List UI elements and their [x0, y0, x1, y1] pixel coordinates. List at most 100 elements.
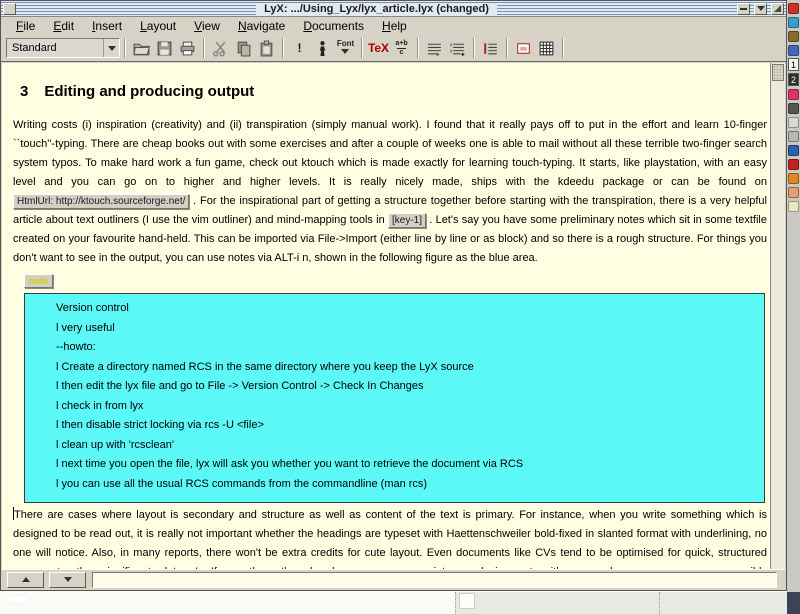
folder-open-icon [133, 40, 150, 57]
emphasis-button[interactable]: ! [288, 37, 311, 60]
red2-app-icon[interactable] [788, 159, 799, 170]
minimize-button[interactable] [737, 3, 750, 15]
minibuffer-input[interactable] [92, 572, 777, 588]
indigo-app-icon[interactable] [788, 45, 799, 56]
tex-mode-button[interactable]: TeX [367, 37, 390, 60]
noun-button[interactable] [311, 37, 334, 60]
itemize-list-icon [426, 40, 443, 57]
menu-edit[interactable]: Edit [44, 19, 83, 33]
panel-icons-bottom [787, 89, 800, 212]
scissors-icon [212, 40, 229, 57]
window-menu-button[interactable] [3, 3, 16, 15]
paragraph-2: There are cases where layout is secondar… [13, 506, 767, 569]
cut-button[interactable] [209, 37, 232, 60]
paragraph-text: There are cases where layout is secondar… [13, 509, 767, 569]
window-title: LyX: .../Using_Lyx/lyx_article.lyx (chan… [256, 3, 497, 15]
toolbar-separator [282, 38, 284, 58]
insert-table-button[interactable] [535, 37, 558, 60]
pager-desktop-1[interactable]: 1 [788, 58, 799, 71]
section-number: 3 [20, 83, 28, 100]
printer-icon [179, 40, 196, 57]
section-heading: 3Editing and producing output [20, 83, 767, 100]
floppy-icon [156, 40, 173, 57]
titlebar-stripes-right [497, 1, 735, 17]
red-app-icon[interactable] [788, 3, 799, 14]
save-button[interactable] [153, 37, 176, 60]
toolbar-separator [562, 38, 564, 58]
titlebar[interactable]: LyX: .../Using_Lyx/lyx_article.lyx (chan… [1, 1, 786, 17]
user-app-icon[interactable] [788, 187, 799, 198]
print-button[interactable] [176, 37, 199, 60]
clock-app-icon[interactable] [788, 173, 799, 184]
toolbar-separator [203, 38, 205, 58]
menu-navigate[interactable]: Navigate [229, 19, 294, 33]
document-area[interactable]: 3Editing and producing output Writing co… [2, 63, 770, 569]
paste-button[interactable] [255, 37, 278, 60]
resize-corner-icon [774, 5, 781, 12]
clipboard-paste-icon [258, 40, 275, 57]
menu-insert[interactable]: Insert [83, 19, 131, 33]
copy-icon [235, 40, 252, 57]
scrollbar-thumb[interactable] [772, 64, 784, 81]
toolbar: Standard [1, 35, 786, 62]
itemize-button[interactable] [423, 37, 446, 60]
combo-arrow-button[interactable] [103, 39, 119, 57]
history-down-button[interactable] [49, 572, 86, 588]
background-window-button [459, 593, 475, 609]
exclamation-icon: ! [298, 42, 302, 54]
desktop-panel: 1 2 [787, 0, 800, 614]
enumerate-button[interactable] [446, 37, 469, 60]
background-widget [8, 596, 30, 603]
note-inset-button[interactable]: note [24, 274, 53, 288]
shade-button[interactable] [754, 3, 767, 15]
url-inset-button[interactable]: HtmlUrl: http://ktouch.sourceforge.net/ [13, 194, 189, 209]
note-line: l Create a directory named RCS in the sa… [56, 358, 758, 378]
toolbar-separator [506, 38, 508, 58]
indent-depth-icon [482, 40, 499, 57]
menu-layout[interactable]: Layout [131, 19, 185, 33]
note-line: l clean up with 'rcsclean' [56, 436, 758, 456]
key-inset-button[interactable]: [key-1] [388, 213, 426, 228]
history-up-button[interactable] [7, 572, 44, 588]
chevron-down-icon [757, 6, 765, 11]
heart-app-icon[interactable] [788, 89, 799, 100]
dark-app-icon[interactable] [788, 103, 799, 114]
panel-icons-top [787, 3, 800, 56]
terminal-app-icon[interactable] [788, 117, 799, 128]
note-line: l then disable strict locking via rcs -U… [56, 416, 758, 436]
toolbar-separator [417, 38, 419, 58]
menu-file[interactable]: File [7, 19, 44, 33]
pager-desktop-2[interactable]: 2 [788, 73, 799, 86]
copy-button[interactable] [232, 37, 255, 60]
depth-button[interactable] [479, 37, 502, 60]
blueletter-app-icon[interactable] [788, 145, 799, 156]
pale-app-icon[interactable] [788, 201, 799, 212]
note-line: l then edit the lyx file and go to File … [56, 377, 758, 397]
open-file-button[interactable] [130, 37, 153, 60]
note-line: l you can use all the usual RCS commands… [56, 475, 758, 495]
note-line: l very useful [56, 319, 758, 339]
tex-icon: TeX [368, 41, 389, 55]
font-dialog-button[interactable]: Font [334, 37, 357, 60]
brown-app-icon[interactable] [788, 31, 799, 42]
maximize-button[interactable] [771, 3, 784, 15]
paragraph-style-value: Standard [7, 42, 103, 54]
minibuffer-bar [2, 569, 785, 589]
enumerate-list-icon [449, 40, 466, 57]
menu-documents[interactable]: Documents [294, 19, 373, 33]
insert-figure-button[interactable] [512, 37, 535, 60]
toolbar-separator [473, 38, 475, 58]
menu-help[interactable]: Help [373, 19, 416, 33]
gray-app-icon[interactable] [788, 131, 799, 142]
titlebar-stripes-left [18, 1, 256, 17]
note-line: Version control [56, 299, 758, 319]
math-mode-button[interactable]: a+bc [390, 37, 413, 60]
menu-view[interactable]: View [185, 19, 229, 33]
vertical-scrollbar[interactable] [770, 63, 785, 569]
panel-dark-block [787, 592, 800, 614]
blue-app-icon[interactable] [788, 17, 799, 28]
paragraph-style-select[interactable]: Standard [6, 38, 120, 58]
triangle-up-icon [22, 577, 30, 582]
note-box[interactable]: Version control l very useful --howto: l… [24, 293, 765, 503]
triangle-down-icon [64, 577, 72, 582]
